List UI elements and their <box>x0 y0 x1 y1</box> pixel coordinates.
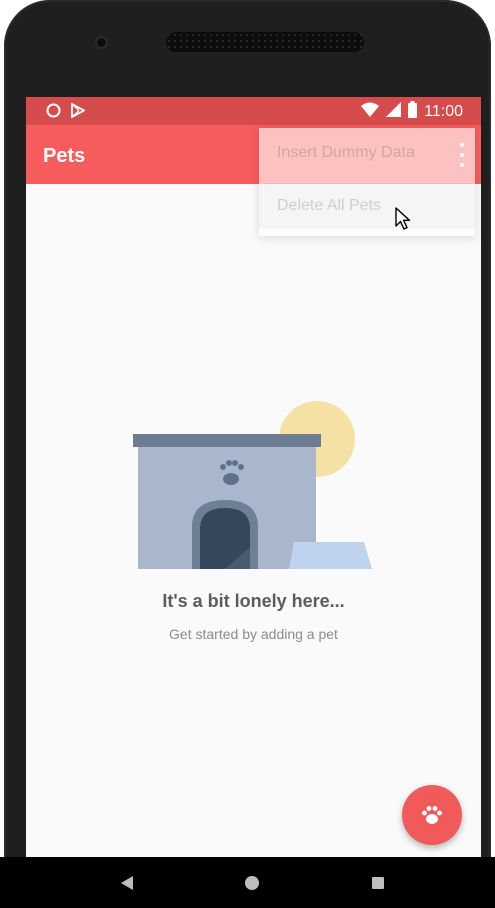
battery-icon <box>408 101 418 123</box>
front-camera <box>95 36 108 49</box>
earpiece-speaker <box>166 32 364 52</box>
signal-icon <box>386 101 402 123</box>
status-bar: 11:00 <box>26 97 481 125</box>
menu-item-delete-all-pets[interactable]: Delete All Pets <box>259 183 475 229</box>
menu-item-insert-dummy-data[interactable]: Insert Dummy Data <box>259 130 475 176</box>
status-time: 11:00 <box>424 103 463 120</box>
wifi-icon <box>361 102 380 123</box>
play-store-icon <box>71 102 86 123</box>
empty-state-subtitle: Get started by adding a pet <box>169 626 338 642</box>
app-screen: 11:00 Pets It's a bit lonely here... Get… <box>26 97 481 857</box>
pet-house-illustration <box>133 401 372 569</box>
paw-icon <box>422 806 442 824</box>
navigation-bar <box>0 857 495 908</box>
app-title: Pets <box>43 145 86 167</box>
back-icon[interactable] <box>120 876 134 890</box>
empty-state-title: It's a bit lonely here... <box>162 591 345 611</box>
recents-icon[interactable] <box>372 877 384 889</box>
mouse-cursor-icon <box>395 207 411 230</box>
home-icon[interactable] <box>245 876 259 890</box>
notification-circle-icon <box>46 103 61 123</box>
add-pet-fab[interactable] <box>402 785 462 845</box>
overflow-menu: Insert Dummy Data Delete All Pets <box>259 128 475 236</box>
